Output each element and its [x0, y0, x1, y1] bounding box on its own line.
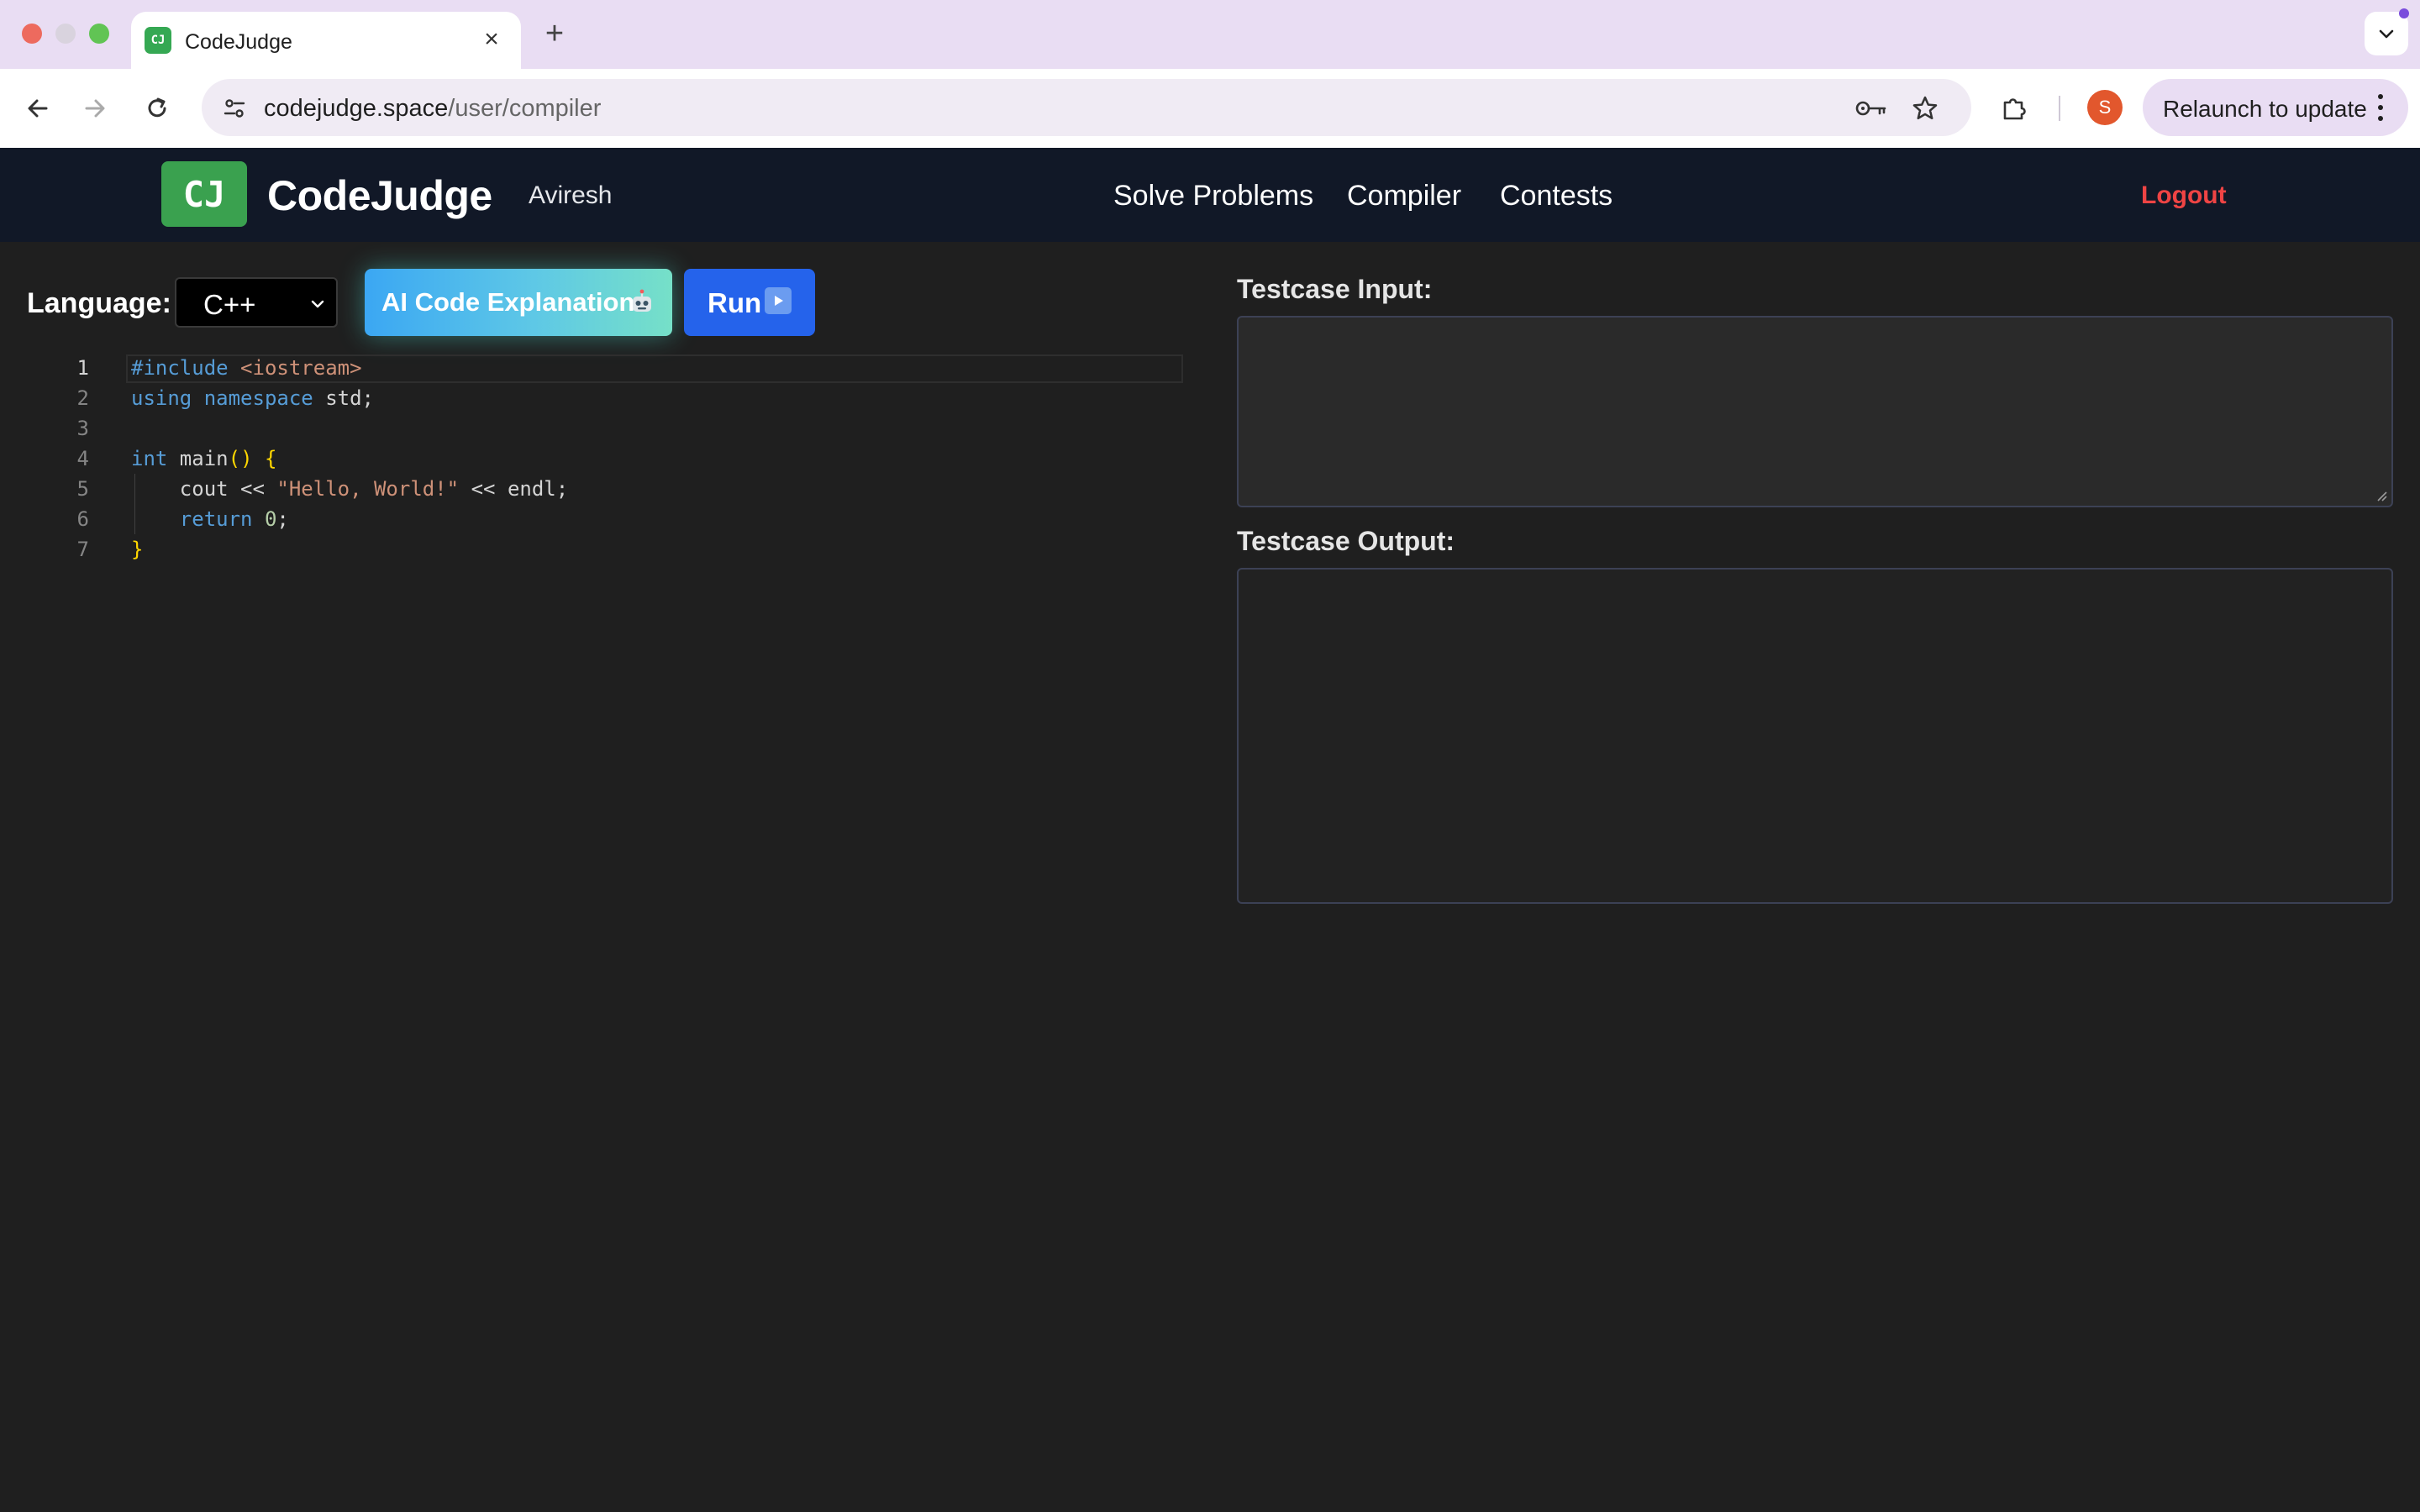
chevron-down-icon: [2379, 29, 2394, 39]
window-minimize-button[interactable]: [55, 24, 76, 44]
code-line: 6 return 0;: [0, 504, 1193, 534]
chevron-down-icon: [308, 294, 328, 314]
line-number: 3: [76, 417, 89, 440]
logo-badge[interactable]: CJ: [161, 161, 247, 227]
testcase-output-label: Testcase Output:: [1237, 526, 1455, 556]
testcase-input-label: Testcase Input:: [1237, 274, 1433, 304]
code-editor[interactable]: 1 #include <iostream> 2 using namespace …: [0, 353, 1193, 571]
ai-code-explanation-button[interactable]: AI Code Explanation: [365, 269, 672, 336]
nav-contests[interactable]: Contests: [1500, 180, 1612, 213]
browser-tab-codejudge[interactable]: CJ CodeJudge ×: [131, 12, 521, 69]
app-header: CJ CodeJudge Aviresh Solve Problems Comp…: [0, 148, 2420, 242]
code-line: 7 }: [0, 534, 1193, 564]
address-bar[interactable]: codejudge.space/user/compiler: [202, 79, 1971, 136]
code-line: 3: [0, 413, 1193, 444]
tab-close-icon[interactable]: ×: [477, 25, 506, 54]
line-number: 2: [76, 386, 89, 410]
browser-toolbar: codejudge.space/user/compiler S Relaunch…: [0, 69, 2420, 148]
url-text: codejudge.space/user/compiler: [264, 95, 601, 123]
tab-search-button[interactable]: [2365, 12, 2408, 55]
password-key-icon[interactable]: [1854, 91, 1889, 126]
line-number: 7: [76, 538, 89, 561]
ai-button-label: AI Code Explanation: [381, 287, 635, 317]
play-icon: [765, 287, 792, 314]
code-text: }: [131, 538, 144, 561]
line-number: 1: [76, 356, 89, 380]
run-button[interactable]: Run: [684, 269, 815, 336]
username-label: Aviresh: [529, 181, 613, 209]
run-button-label: Run: [708, 287, 762, 318]
resize-grip-icon[interactable]: [2373, 487, 2388, 502]
reload-icon: [148, 97, 166, 118]
code-text: int main() {: [131, 447, 277, 470]
language-value: C++: [203, 289, 256, 320]
logout-link[interactable]: Logout: [2141, 181, 2227, 210]
new-tab-button[interactable]: +: [538, 16, 571, 51]
relaunch-label: Relaunch to update: [2163, 96, 2367, 122]
code-line: 5 cout << "Hello, World!" << endl;: [0, 474, 1193, 504]
code-line: 4 int main() {: [0, 444, 1193, 474]
more-menu-icon[interactable]: [2368, 91, 2393, 124]
bookmark-star-icon[interactable]: [1907, 91, 1943, 126]
site-info-icon[interactable]: [217, 91, 252, 126]
code-text: cout << "Hello, World!" << endl;: [131, 477, 569, 501]
line-number: 5: [76, 477, 89, 501]
back-button[interactable]: [17, 87, 59, 129]
line-number: 6: [76, 507, 89, 531]
url-host: codejudge.space: [264, 95, 449, 122]
profile-avatar[interactable]: S: [2087, 90, 2123, 125]
logo-text[interactable]: CodeJudge: [267, 171, 492, 220]
language-label: Language:: [27, 287, 171, 319]
arrow-left-icon: [28, 99, 48, 118]
testcase-input-field[interactable]: [1237, 316, 2393, 507]
url-path: /user/compiler: [448, 95, 602, 122]
code-text: using namespace std;: [131, 386, 374, 410]
nav-compiler[interactable]: Compiler: [1347, 180, 1461, 213]
arrow-right-icon: [85, 99, 105, 118]
nav-solve-problems[interactable]: Solve Problems: [1113, 180, 1313, 213]
toolbar-divider: [2059, 96, 2060, 121]
relaunch-button[interactable]: Relaunch to update: [2143, 79, 2408, 136]
code-text: return 0;: [179, 507, 289, 531]
line-number: 4: [76, 447, 89, 470]
language-select[interactable]: C++: [175, 277, 338, 328]
code-token: #include <iostream>: [131, 356, 362, 380]
tab-title: CodeJudge: [185, 30, 292, 54]
extensions-puzzle-icon[interactable]: [1993, 87, 2035, 129]
window-close-button[interactable]: [22, 24, 42, 44]
favicon-icon: CJ: [145, 27, 171, 54]
code-text: #include <iostream>: [131, 353, 362, 383]
forward-button[interactable]: [74, 87, 116, 129]
browser-tab-strip: CJ CodeJudge × +: [0, 0, 2420, 69]
reload-button[interactable]: [136, 87, 178, 129]
notification-dot: [2399, 8, 2409, 18]
window-maximize-button[interactable]: [89, 24, 109, 44]
robot-icon: [633, 289, 651, 312]
code-line: 2 using namespace std;: [0, 383, 1193, 413]
testcase-output-field: [1237, 568, 2393, 904]
code-line: 1 #include <iostream>: [0, 353, 1193, 383]
